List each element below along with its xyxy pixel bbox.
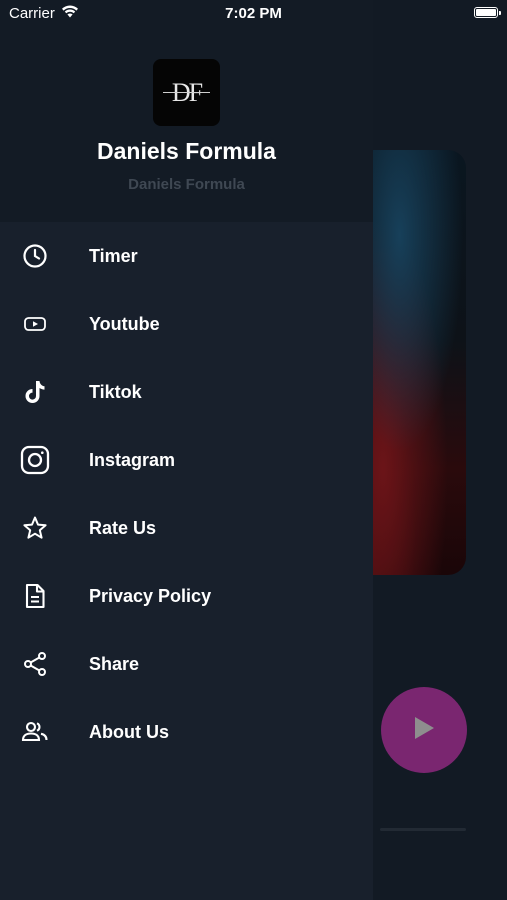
battery-fill	[476, 9, 496, 16]
progress-track[interactable]	[380, 828, 466, 831]
drawer-subtitle: Daniels Formula	[128, 176, 245, 193]
star-icon	[20, 513, 50, 543]
logo-divider	[163, 92, 210, 93]
youtube-icon	[20, 309, 50, 339]
menu-label-timer: Timer	[89, 245, 138, 266]
menu-item-timer[interactable]: Timer	[0, 222, 373, 290]
menu-item-instagram[interactable]: Instagram	[0, 426, 373, 494]
instagram-icon	[20, 445, 50, 475]
menu-item-youtube[interactable]: Youtube	[0, 290, 373, 358]
status-bar: Carrier 7:02 PM	[0, 0, 507, 28]
menu-item-about-us[interactable]: About Us	[0, 698, 373, 766]
menu-label-instagram: Instagram	[89, 449, 176, 470]
tiktok-icon	[20, 377, 50, 407]
document-icon	[20, 581, 50, 611]
menu-label-privacy-policy: Privacy Policy	[89, 585, 212, 606]
menu-item-privacy-policy[interactable]: Privacy Policy	[0, 562, 373, 630]
menu-label-rate-us: Rate Us	[89, 517, 157, 538]
menu-label-about-us: About Us	[89, 721, 169, 742]
menu-item-share[interactable]: Share	[0, 630, 373, 698]
app-logo: DF	[153, 59, 220, 126]
menu-label-tiktok: Tiktok	[89, 381, 142, 402]
menu-label-share: Share	[89, 653, 140, 674]
clock-icon	[20, 241, 50, 271]
menu-label-youtube: Youtube	[89, 313, 160, 334]
battery-icon	[474, 7, 501, 18]
clock-time: 7:02 PM	[225, 5, 282, 22]
menu-item-rate-us[interactable]: Rate Us	[0, 494, 373, 562]
drawer-title: Daniels Formula	[97, 138, 276, 164]
play-button[interactable]	[381, 687, 467, 773]
menu-item-tiktok[interactable]: Tiktok	[0, 358, 373, 426]
play-icon	[412, 715, 436, 746]
share-icon	[20, 649, 50, 679]
drawer-header: DF Daniels Formula Daniels Formula	[0, 0, 373, 222]
people-icon	[20, 717, 50, 747]
side-drawer: DF Daniels Formula Daniels Formula Timer…	[0, 0, 373, 900]
